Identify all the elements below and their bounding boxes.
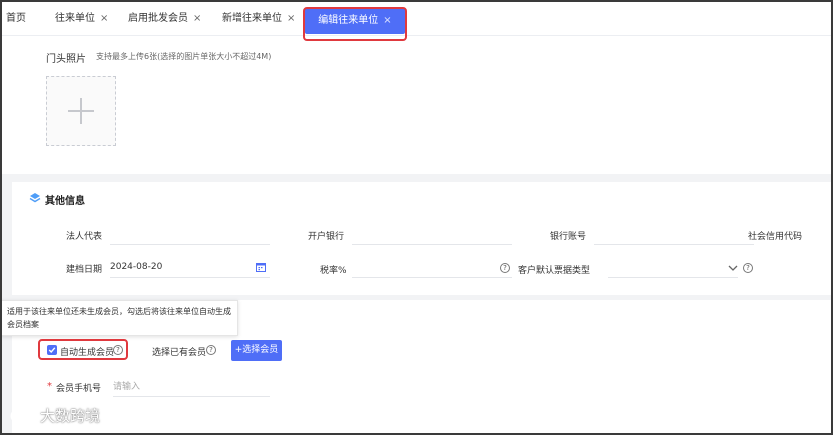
tab-partners[interactable]: 往来单位 × [55, 8, 108, 30]
close-icon[interactable]: × [193, 13, 201, 24]
phone-label: 会员手机号 [56, 384, 102, 394]
create-date-value[interactable]: 2024-08-20 [110, 262, 162, 272]
tab-label: 往来单位 [55, 13, 95, 24]
chevron-down-icon[interactable] [728, 264, 738, 272]
bank-input[interactable] [352, 244, 512, 245]
tab-label: 新增往来单位 [222, 13, 282, 24]
create-date-input[interactable] [110, 277, 270, 278]
select-member-button[interactable]: +选择会员 [231, 340, 282, 361]
highlight-box [38, 339, 128, 360]
watermark-text: 大数跨境 [40, 407, 101, 425]
required-asterisk: * [47, 381, 52, 392]
account-label: 银行账号 [550, 232, 587, 242]
section-title: 其他信息 [45, 196, 85, 207]
highlight-box [303, 7, 407, 41]
layers-icon [29, 193, 41, 203]
tab-home[interactable]: 首页 [6, 8, 26, 30]
photo-hint: 支持最多上传6张(选择的图片单张大小不超过4M) [96, 52, 272, 61]
tab-label: 启用批发会员 [128, 13, 188, 24]
tab-new-partner[interactable]: 新增往来单位 × [222, 8, 295, 30]
create-date-label: 建档日期 [66, 265, 103, 275]
plus-icon [80, 98, 82, 124]
close-icon[interactable]: × [100, 13, 108, 24]
tab-bar: 首页 往来单位 × 启用批发会员 × 新增往来单位 × 编辑往来单位 × [0, 0, 833, 36]
help-icon[interactable]: ? [206, 345, 216, 355]
help-icon[interactable]: ? [743, 263, 753, 273]
help-icon[interactable]: ? [500, 263, 510, 273]
account-input[interactable] [594, 244, 754, 245]
photo-label: 门头照片 [46, 54, 86, 65]
bank-label: 开户银行 [308, 232, 345, 242]
tab-enable-wholesale-member[interactable]: 启用批发会员 × [128, 8, 201, 30]
invoice-type-label: 客户默认票据类型 [518, 266, 591, 276]
photo-panel: 门头照片 支持最多上传6张(选择的图片单张大小不超过4M) [0, 36, 833, 174]
watermark-logo-icon [10, 409, 34, 423]
close-icon[interactable]: × [287, 13, 295, 24]
phone-input[interactable] [113, 377, 270, 397]
legal-rep-label: 法人代表 [66, 232, 103, 242]
tab-home-label: 首页 [6, 13, 26, 24]
other-info-panel: 其他信息 法人代表 开户银行 银行账号 社会信用代码 建档日期 2024-08-… [12, 182, 833, 295]
legal-rep-input[interactable] [110, 244, 270, 245]
calendar-icon[interactable] [256, 262, 266, 272]
tax-rate-label: 税率% [320, 266, 347, 276]
photo-upload-button[interactable] [46, 76, 116, 146]
select-existing-label: 选择已有会员 [152, 348, 207, 358]
auto-generate-tooltip: 适用于该往来单位还未生成会员，勾选后将该往来单位自动生成会员档案 [0, 300, 238, 336]
invoice-type-select[interactable] [608, 277, 738, 278]
credit-code-label: 社会信用代码 [748, 232, 803, 242]
tax-rate-input[interactable] [352, 277, 512, 278]
